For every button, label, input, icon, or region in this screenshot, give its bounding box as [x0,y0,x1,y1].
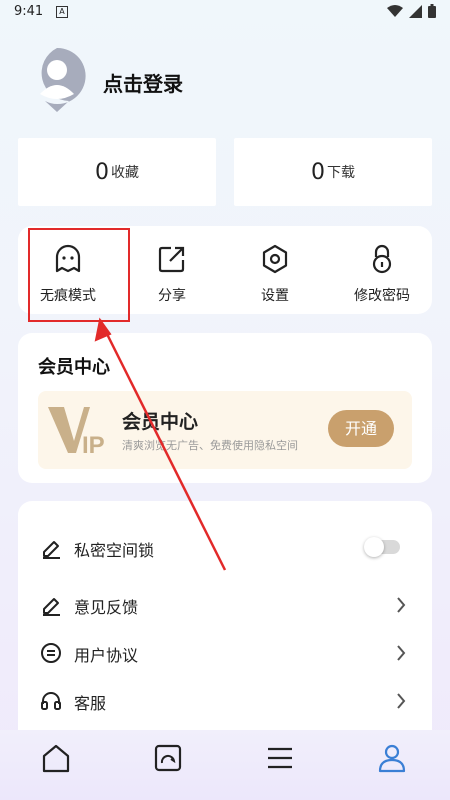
share-button[interactable]: 分享 [122,226,222,314]
share-icon [158,246,185,273]
chevron-right-icon [397,597,406,613]
signal-icon [409,4,422,18]
feedback-label: 意见反馈 [74,598,139,617]
settings-label: 设置 [261,288,289,304]
notification-icon: A [56,6,68,18]
chevron-right-icon [397,645,406,661]
customer-service-label: 客服 [74,694,107,713]
member-section-title: 会员中心 [38,357,110,378]
status-bar: 9:41 A [0,0,450,26]
highlight-box [28,228,130,322]
private-space-lock-toggle[interactable] [364,537,400,557]
favorites-label: 收藏 [111,165,139,181]
nav-tabs[interactable] [150,740,190,776]
private-space-lock-row[interactable]: 私密空间锁 [18,527,432,567]
nav-profile[interactable] [374,740,414,776]
wifi-icon [387,4,403,17]
vip-card-subtitle: 清爽浏览无广告、免费使用隐私空间 [122,439,298,452]
battery-icon [428,4,436,18]
customer-service-row[interactable]: 客服 [18,680,432,720]
document-circle-icon [41,643,61,663]
private-space-lock-label: 私密空间锁 [74,541,155,560]
vip-card-title: 会员中心 [122,411,199,433]
hexagon-settings-icon [262,244,288,274]
login-prompt[interactable]: 点击登录 [103,68,183,97]
user-agreement-row[interactable]: 用户协议 [18,632,432,672]
feedback-row[interactable]: 意见反馈 [18,584,432,624]
downloads-label: 下载 [327,165,355,181]
profile-icon [378,744,406,773]
vip-logo-text: IP [82,432,105,459]
vip-logo-icon: IP [48,407,105,459]
pen-icon [43,598,60,616]
headset-icon [41,692,61,710]
change-password-button[interactable]: 修改密码 [332,226,432,314]
nav-menu[interactable] [262,740,302,776]
settings-list: 私密空间锁 意见反馈 用户协议 客服 [18,501,432,736]
toggle-knob [364,537,384,557]
share-label: 分享 [158,288,186,304]
chevron-right-icon [397,693,406,709]
tabs-icon [154,744,182,772]
lock-icon [372,244,392,274]
bottom-navigation [0,730,450,800]
status-icons [387,4,436,18]
pen-icon [43,541,60,559]
settings-button[interactable]: 设置 [225,226,325,314]
vip-card[interactable]: IP 会员中心 清爽浏览无广告、免费使用隐私空间 开通 [38,391,412,469]
avatar-icon[interactable] [27,46,87,112]
member-center-section: 会员中心 IP 会员中心 清爽浏览无广告、免费使用隐私空间 开通 [18,333,432,483]
open-membership-button[interactable]: 开通 [328,410,394,447]
favorites-card[interactable]: 0 收藏 [18,138,216,206]
home-icon [42,744,70,773]
user-agreement-label: 用户协议 [74,646,139,665]
downloads-card[interactable]: 0 下载 [234,138,432,206]
menu-icon [268,747,292,769]
favorites-count: 0 [95,159,109,185]
change-password-label: 修改密码 [354,288,410,304]
status-time: 9:41 [14,4,44,19]
downloads-count: 0 [311,159,325,185]
nav-home[interactable] [38,740,78,776]
profile-header[interactable]: 点击登录 [27,46,427,116]
